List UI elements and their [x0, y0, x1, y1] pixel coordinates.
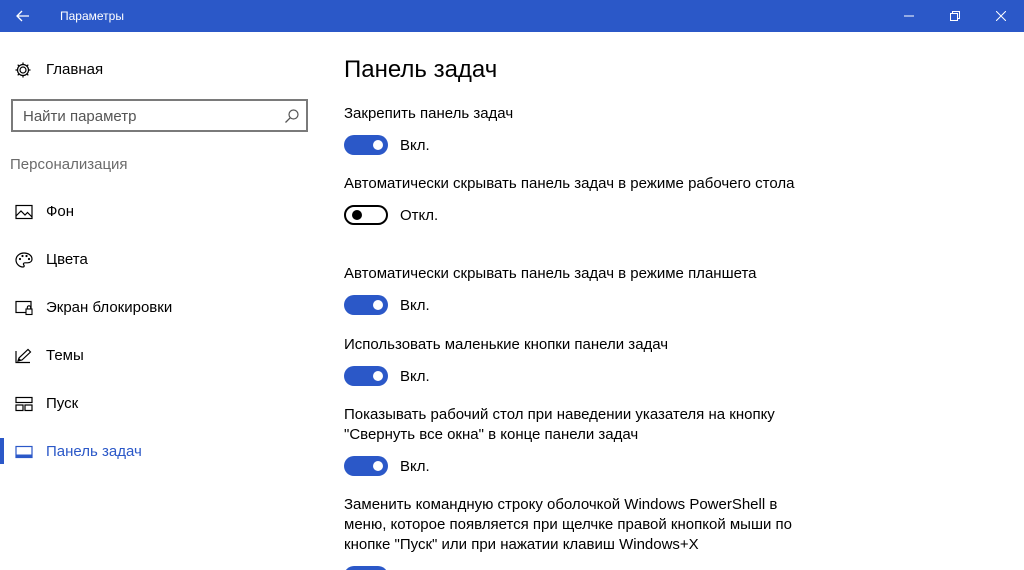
setting-autohide-tablet: Автоматически скрывать панель задач в ре… — [344, 264, 804, 317]
main-content: Панель задач Закрепить панель задач Вкл.… — [325, 32, 1024, 570]
sidebar-item-label: Темы — [46, 347, 84, 364]
close-button[interactable] — [978, 0, 1024, 32]
page-title: Панель задач — [344, 56, 498, 83]
toggle-row: Вкл. — [344, 456, 804, 478]
toggle-state-label: Откл. — [400, 207, 439, 224]
restore-icon — [950, 11, 960, 21]
minimize-button[interactable] — [886, 0, 932, 32]
sidebar-item-colors[interactable]: Цвета — [0, 240, 325, 280]
sidebar-home[interactable]: Главная — [0, 52, 325, 86]
toggle-knob — [373, 461, 383, 471]
sidebar-home-label: Главная — [46, 61, 104, 78]
sidebar-item-lock-screen[interactable]: Экран блокировки — [0, 288, 325, 328]
sidebar-item-background[interactable]: Фон — [0, 192, 325, 232]
toggle-row: Вкл. — [344, 366, 804, 388]
setting-powershell: Заменить командную строку оболочкой Wind… — [344, 495, 804, 570]
toggle-state-label: Вкл. — [400, 458, 430, 475]
title-bar: Параметры — [0, 0, 1024, 32]
window-title: Параметры — [60, 9, 124, 23]
setting-peek-desktop: Показывать рабочий стол при наведении ук… — [344, 405, 804, 478]
search-box[interactable] — [11, 99, 308, 132]
back-arrow-icon — [16, 10, 29, 22]
powershell-toggle[interactable] — [344, 566, 388, 570]
toggle-knob — [373, 300, 383, 310]
taskbar-icon — [15, 445, 33, 459]
sidebar: Главная Персонализация Фон Цвета — [0, 32, 325, 570]
lock-screen-icon — [15, 300, 33, 316]
search-input[interactable] — [23, 107, 273, 125]
setting-label: Закрепить панель задач — [344, 105, 514, 122]
picture-icon — [15, 204, 33, 220]
sidebar-item-label: Экран блокировки — [46, 299, 173, 316]
setting-label: Автоматически скрывать панель задач в ре… — [344, 175, 795, 192]
sidebar-item-taskbar[interactable]: Панель задач — [0, 432, 325, 472]
setting-autohide-desktop: Автоматически скрывать панель задач в ре… — [344, 174, 804, 227]
gear-icon — [15, 62, 31, 78]
sidebar-item-label: Пуск — [46, 395, 79, 412]
sidebar-item-label: Цвета — [46, 251, 88, 268]
minimize-icon — [904, 15, 914, 17]
autohide-tablet-toggle[interactable] — [344, 295, 388, 315]
toggle-knob — [352, 210, 362, 220]
toggle-state-label: Вкл. — [400, 297, 430, 314]
toggle-state-label: Вкл. — [400, 137, 430, 154]
sidebar-item-start[interactable]: Пуск — [0, 384, 325, 424]
close-icon — [996, 11, 1006, 21]
back-button[interactable] — [0, 0, 46, 32]
palette-icon — [15, 252, 33, 268]
setting-label: Заменить командную строку оболочкой Wind… — [344, 496, 793, 553]
themes-icon — [15, 348, 32, 364]
search-icon[interactable] — [284, 108, 300, 124]
setting-label: Использовать маленькие кнопки панели зад… — [344, 336, 669, 353]
setting-label: Показывать рабочий стол при наведении ук… — [344, 406, 775, 443]
autohide-desktop-toggle[interactable] — [344, 205, 388, 225]
start-icon — [15, 396, 33, 412]
toggle-knob — [373, 140, 383, 150]
small-buttons-toggle[interactable] — [344, 366, 388, 386]
setting-small-buttons: Использовать маленькие кнопки панели зад… — [344, 335, 804, 388]
sidebar-item-label: Фон — [46, 203, 75, 220]
toggle-state-label: Вкл. — [400, 368, 430, 385]
lock-taskbar-toggle[interactable] — [344, 135, 388, 155]
setting-label: Автоматически скрывать панель задач в ре… — [344, 265, 757, 282]
sidebar-item-label: Панель задач — [46, 443, 142, 460]
setting-lock-taskbar: Закрепить панель задач Вкл. — [344, 104, 804, 157]
toggle-row: Вкл. — [344, 566, 804, 570]
toggle-row: Откл. — [344, 205, 804, 227]
toggle-row: Вкл. — [344, 295, 804, 317]
toggle-row: Вкл. — [344, 135, 804, 157]
restore-button[interactable] — [932, 0, 978, 32]
section-title: Персонализация — [10, 156, 128, 173]
sidebar-item-themes[interactable]: Темы — [0, 336, 325, 376]
selection-indicator — [0, 438, 4, 464]
peek-desktop-toggle[interactable] — [344, 456, 388, 476]
toggle-knob — [373, 371, 383, 381]
